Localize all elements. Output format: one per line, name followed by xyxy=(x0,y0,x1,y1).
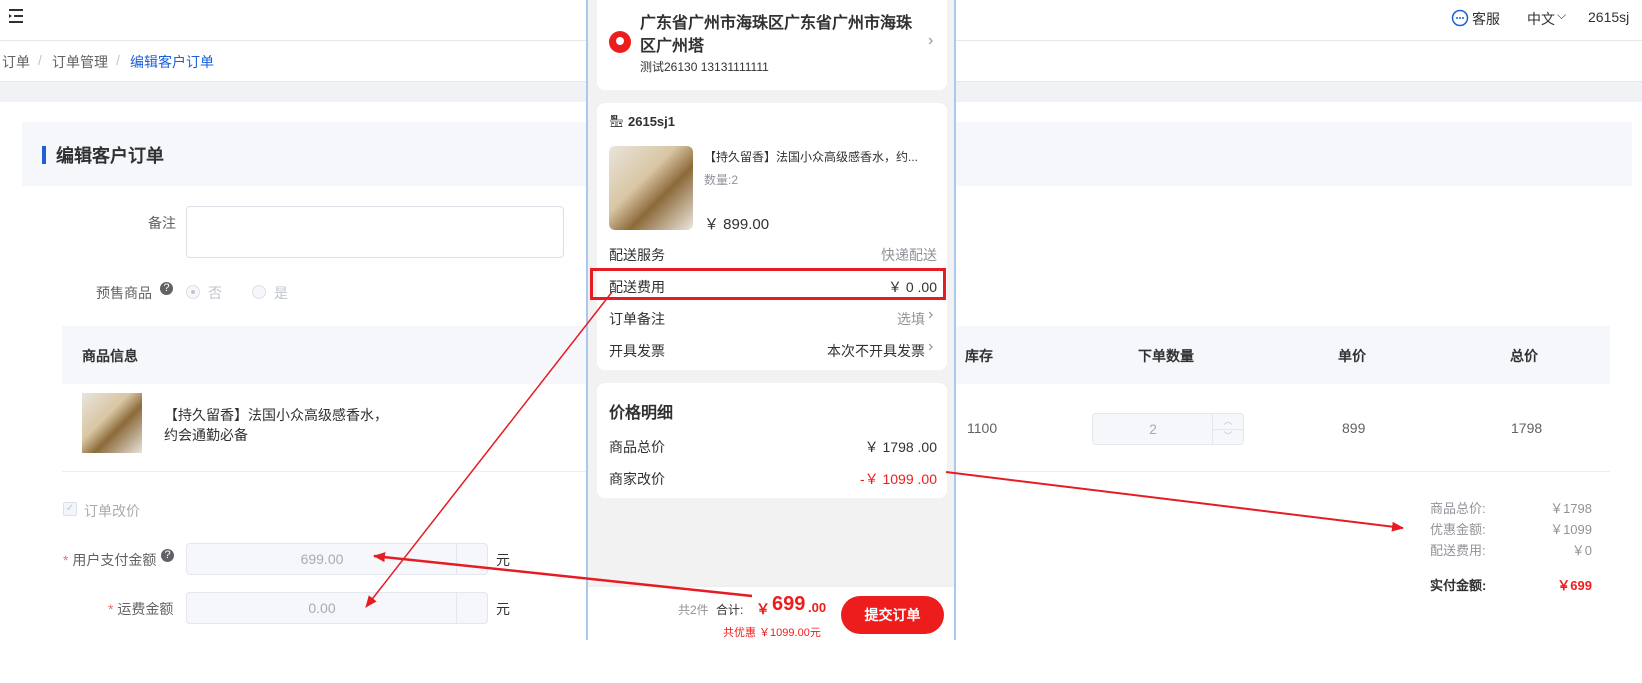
item-count: 共2件 xyxy=(678,603,709,617)
total-amount: 699 xyxy=(772,593,806,615)
customer-service-icon[interactable] xyxy=(1451,9,1469,27)
user-pay-stepper[interactable] xyxy=(456,544,487,574)
goods-total-label: 商品总价 xyxy=(609,439,665,455)
summary-goods-total-label: 商品总价: xyxy=(1430,501,1486,516)
user-pay-label: * 用户支付金额 xyxy=(63,552,157,568)
help-icon[interactable]: ? xyxy=(161,549,174,562)
phone-product-title: 【持久留香】法国小众高级感香水，约... xyxy=(704,150,919,164)
summary-discount-label: 优惠金额: xyxy=(1430,522,1486,537)
increase-icon[interactable]: ︿ xyxy=(1212,414,1243,430)
summary-shipping-label: 配送费用: xyxy=(1430,543,1486,558)
product-stock: 1100 xyxy=(967,420,998,436)
product-name-line2: 约会通勤必备 xyxy=(164,427,248,443)
summary-discount-value: ￥1099 xyxy=(1550,522,1592,537)
shop-name: 2615sj1 xyxy=(628,114,675,129)
order-item-card xyxy=(597,103,947,370)
column-header-unit-price: 单价 xyxy=(1338,348,1366,364)
presale-radio-no[interactable] xyxy=(186,285,200,299)
breadcrumb-separator: / xyxy=(116,52,120,68)
chevron-down-icon[interactable]: ⌵ xyxy=(1557,8,1566,23)
location-pin-icon xyxy=(609,31,631,53)
breadcrumb-separator: / xyxy=(38,52,42,68)
chevron-right-icon: › xyxy=(928,338,934,355)
breadcrumb-item-current: 编辑客户订单 xyxy=(130,54,214,70)
user-pay-input[interactable]: 699.00 xyxy=(186,543,488,575)
product-unit-price: 899 xyxy=(1342,420,1366,436)
address-line2: 区广州塔 xyxy=(640,38,705,55)
remark-textarea[interactable] xyxy=(186,206,564,258)
column-header-total: 总价 xyxy=(1510,348,1538,364)
shipping-unit: 元 xyxy=(496,601,510,617)
chevron-right-icon: › xyxy=(928,32,934,49)
total-label: 合计: xyxy=(716,603,744,617)
user-pay-value: 699.00 xyxy=(300,551,344,567)
submit-order-button[interactable]: 提交订单 xyxy=(841,596,944,634)
quantity-value: 2 xyxy=(1149,421,1157,437)
total-discount: 共优惠 ￥1099.00元 xyxy=(723,627,821,639)
presale-option-yes[interactable]: 是 xyxy=(274,283,288,303)
language-select[interactable]: 中文 xyxy=(1527,9,1555,29)
merchant-change-value: -￥ 1099 .00 xyxy=(859,471,937,487)
product-thumbnail xyxy=(609,146,693,230)
phone-product-quantity: 数量:2 xyxy=(704,173,739,187)
summary-paid-label: 实付金额: xyxy=(1430,578,1487,593)
product-name-line1: 【持久留香】法国小众高级感香水， xyxy=(164,407,388,423)
price-detail-title: 价格明细 xyxy=(609,405,674,422)
shop-icon: 🏪︎ xyxy=(609,114,625,128)
order-note-label: 订单备注 xyxy=(609,311,665,327)
order-note-value[interactable]: 选填 xyxy=(780,309,925,329)
quantity-stepper[interactable]: 2 ︿ ﹀ xyxy=(1092,413,1244,445)
decrease-icon[interactable]: ﹀ xyxy=(1212,429,1243,444)
address-line1: 广东省广州市海珠区广东省广州市海珠 xyxy=(640,15,913,32)
shipping-input[interactable]: 0.00 xyxy=(186,592,488,624)
help-icon[interactable]: ? xyxy=(160,282,173,295)
invoice-value[interactable]: 本次不开具发票 xyxy=(780,341,925,361)
column-header-product: 商品信息 xyxy=(82,348,138,364)
chevron-right-icon: › xyxy=(928,306,934,323)
summary-paid-value: ￥699 xyxy=(1557,578,1592,593)
goods-total-value: ￥ 1798 .00 xyxy=(864,439,937,455)
customer-service-link[interactable]: 客服 xyxy=(1472,9,1500,29)
total-currency: ￥ xyxy=(756,601,770,617)
menu-toggle-icon[interactable] xyxy=(6,6,26,26)
summary-shipping-value: ￥0 xyxy=(1571,543,1592,558)
user-pay-unit: 元 xyxy=(496,552,510,568)
price-change-label[interactable]: 订单改价 xyxy=(84,501,140,521)
merchant-change-label: 商家改价 xyxy=(609,471,665,487)
remark-label: 备注 xyxy=(148,215,176,231)
total-decimal: .00 xyxy=(808,600,827,615)
price-change-checkbox[interactable]: ✓ xyxy=(63,502,77,516)
breadcrumb-item-order-management[interactable]: 订单管理 xyxy=(52,52,108,72)
shipping-stepper[interactable] xyxy=(456,593,487,623)
invoice-label: 开具发票 xyxy=(609,343,665,359)
phone-product-price: ￥ 899.00 xyxy=(704,216,770,233)
presale-label: 预售商品 xyxy=(96,285,152,301)
summary-goods-total-value: ￥1798 xyxy=(1550,501,1592,516)
section-accent-bar xyxy=(42,146,46,164)
presale-option-no[interactable]: 否 xyxy=(208,283,222,303)
column-header-quantity: 下单数量 xyxy=(1138,348,1194,364)
shipping-value: 0.00 xyxy=(308,600,336,616)
user-menu[interactable]: 2615sj xyxy=(1588,9,1629,25)
column-header-stock: 库存 xyxy=(965,348,993,364)
product-total-price: 1798 xyxy=(1511,420,1543,436)
delivery-service-value[interactable]: 快递配送 xyxy=(780,245,937,265)
page-title: 编辑客户订单 xyxy=(56,146,164,166)
annotation-highlight-box xyxy=(590,268,946,300)
shipping-label: * 运费金额 xyxy=(108,601,174,617)
address-contact: 测试26130 13131111111 xyxy=(640,60,769,74)
delivery-service-label: 配送服务 xyxy=(609,247,665,263)
product-image xyxy=(82,393,142,453)
presale-radio-yes[interactable] xyxy=(252,285,266,299)
breadcrumb-item-orders[interactable]: 订单 xyxy=(2,52,30,72)
